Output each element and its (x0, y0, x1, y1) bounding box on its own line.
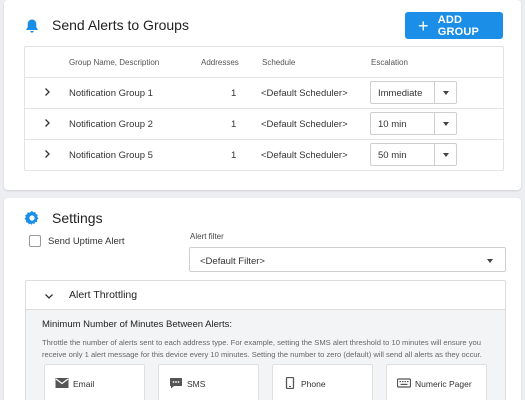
add-group-button[interactable]: + ADD GROUP (405, 12, 503, 39)
escalation-select[interactable]: Immediate (370, 81, 457, 104)
chevron-down-icon[interactable] (44, 291, 54, 301)
throttling-description: Throttle the number of alerts sent to ea… (42, 338, 482, 359)
caret-down-icon[interactable] (443, 91, 449, 95)
table-row[interactable]: Notification Group 2 1 <Default Schedule… (25, 108, 503, 138)
caret-down-icon[interactable] (443, 122, 449, 126)
add-group-label: ADD GROUP (437, 13, 480, 38)
pager-keyboard-icon (397, 378, 411, 388)
table-row[interactable]: Notification Group 1 1 <Default Schedule… (25, 77, 503, 107)
group-name: Notification Group 2 (69, 119, 153, 130)
bell-icon (26, 19, 38, 33)
throttling-heading: Minimum Number of Minutes Between Alerts… (42, 319, 233, 330)
chevron-right-icon[interactable] (42, 149, 52, 159)
escalation-value: 50 min (378, 150, 407, 161)
group-name: Notification Group 5 (69, 150, 153, 161)
column-header-addresses: Addresses (201, 58, 239, 67)
group-addresses: 1 (231, 150, 237, 161)
throttle-phone-tile: Phone (272, 364, 373, 400)
escalation-value: 10 min (378, 119, 407, 130)
alert-throttling-panel: Alert Throttling Minimum Number of Minut… (25, 280, 506, 400)
group-addresses: 1 (231, 88, 237, 99)
send-uptime-checkbox[interactable] (29, 235, 41, 247)
chevron-right-icon[interactable] (42, 87, 52, 97)
throttle-email-label: Email (73, 379, 95, 389)
throttle-phone-label: Phone (301, 379, 326, 389)
throttle-pager-label: Numeric Pager (415, 379, 472, 389)
alert-throttling-title: Alert Throttling (69, 289, 138, 301)
alert-groups-card: Send Alerts to Groups + ADD GROUP Group … (4, 0, 521, 190)
group-schedule: <Default Scheduler> (261, 150, 348, 161)
escalation-select[interactable]: 50 min (370, 143, 457, 166)
alert-throttling-header[interactable]: Alert Throttling (26, 281, 505, 310)
escalation-value: Immediate (378, 88, 423, 99)
caret-down-icon[interactable] (443, 153, 449, 157)
plus-icon: + (418, 15, 429, 36)
gear-icon (24, 210, 39, 226)
envelope-icon (55, 378, 69, 388)
table-row[interactable]: Notification Group 5 1 <Default Schedule… (25, 139, 503, 169)
column-header-schedule: Schedule (262, 58, 296, 67)
alert-filter-value: <Default Filter> (200, 256, 265, 267)
alert-filter-select[interactable]: <Default Filter> (189, 247, 506, 272)
throttle-sms-label: SMS (187, 379, 206, 389)
groups-table: Group Name, Description Addresses Schedu… (24, 46, 504, 171)
group-addresses: 1 (231, 119, 237, 130)
mobile-phone-icon (285, 377, 295, 389)
chevron-right-icon[interactable] (42, 118, 52, 128)
throttle-sms-tile: SMS (158, 364, 259, 400)
column-header-group-name: Group Name, Description (69, 58, 160, 67)
alert-filter-label: Alert filter (190, 232, 224, 241)
group-name: Notification Group 1 (69, 88, 153, 99)
throttle-pager-tile: Numeric Pager (386, 364, 487, 400)
group-schedule: <Default Scheduler> (261, 119, 348, 130)
escalation-select[interactable]: 10 min (370, 112, 457, 135)
caret-down-icon[interactable] (487, 259, 493, 263)
groups-section-title: Send Alerts to Groups (52, 17, 189, 33)
column-header-escalation: Escalation (371, 58, 408, 67)
send-uptime-label[interactable]: Send Uptime Alert (48, 236, 125, 247)
group-schedule: <Default Scheduler> (261, 88, 348, 99)
alert-throttling-body: Minimum Number of Minutes Between Alerts… (26, 310, 505, 400)
throttle-email-tile: Email (44, 364, 145, 400)
settings-card: Settings Send Uptime Alert Alert filter … (4, 198, 521, 400)
settings-section-title: Settings (52, 210, 103, 226)
sms-chat-icon (170, 378, 182, 389)
